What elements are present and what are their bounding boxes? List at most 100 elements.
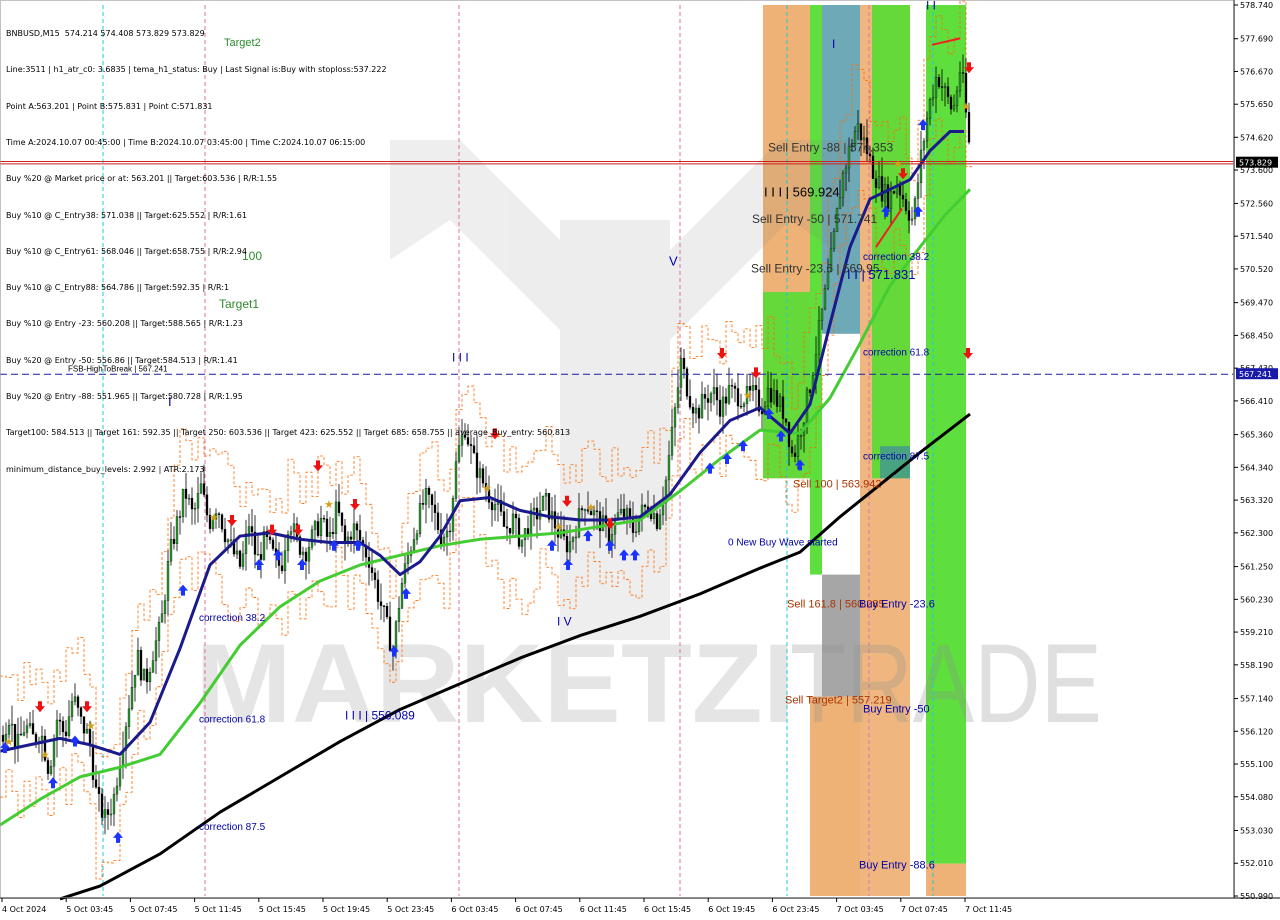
x-tick-label: 5 Oct 07:45 — [130, 905, 177, 914]
candle-body — [742, 403, 746, 407]
candle-body — [256, 554, 260, 556]
candle-body — [10, 723, 14, 726]
candle-body — [937, 77, 941, 87]
candle-body — [166, 561, 170, 601]
candle-body — [196, 492, 200, 509]
candle-body — [910, 218, 914, 221]
candle-body — [373, 572, 377, 581]
candle-body — [844, 167, 848, 174]
candle-body — [790, 446, 794, 454]
star-marker: ★ — [324, 498, 334, 511]
candle-body — [652, 513, 656, 519]
candle-body — [154, 640, 158, 661]
candle-body — [931, 97, 935, 100]
candle-body — [259, 554, 263, 560]
candle-body — [400, 583, 404, 609]
candle-body — [595, 510, 599, 512]
info-line: Line:3511 | h1_atr_c0: 3.6835 | tema_h1_… — [6, 65, 387, 75]
candle-body — [328, 532, 332, 537]
candle-body — [769, 388, 773, 403]
candle-body — [358, 530, 362, 541]
candle-body — [841, 172, 845, 198]
candle-body — [385, 606, 389, 618]
candle-body — [55, 719, 59, 741]
x-tick-label: 6 Oct 03:45 — [451, 905, 498, 914]
y-tick-label: 557.140 — [1240, 695, 1273, 704]
candle-body — [412, 539, 416, 552]
candle-body — [46, 760, 50, 774]
candle-body — [619, 508, 623, 513]
candle-body — [100, 793, 104, 818]
fsb-price-tag-label: 567.241 — [1239, 370, 1272, 379]
info-line: Point A:563.201 | Point B:575.831 | Poin… — [6, 101, 213, 111]
candle-body — [706, 398, 710, 403]
candle-body — [247, 526, 251, 534]
candle-body — [436, 512, 440, 530]
candle-body — [544, 493, 548, 497]
candle-body — [130, 687, 134, 710]
candle-body — [190, 497, 194, 510]
candle-body — [673, 407, 677, 428]
star-marker: ★ — [86, 720, 96, 733]
candle-body — [676, 387, 680, 408]
candle-body — [181, 488, 185, 517]
candle-body — [271, 539, 275, 549]
candle-body — [733, 385, 737, 389]
candle-body — [229, 539, 233, 541]
candle-body — [325, 518, 329, 537]
candle-body — [658, 514, 662, 529]
candle-body — [193, 508, 197, 510]
candle-body — [943, 86, 947, 88]
candle-body — [958, 72, 962, 92]
candle-body — [289, 531, 293, 535]
candle-body — [322, 518, 326, 520]
candle-body — [634, 531, 638, 534]
y-tick-label: 552.010 — [1240, 859, 1273, 868]
star-marker: ★ — [893, 158, 903, 171]
candle-body — [226, 539, 230, 543]
candle-body — [220, 514, 224, 530]
candle-body — [778, 396, 782, 407]
candle-body — [313, 521, 317, 530]
candle-body — [715, 387, 719, 401]
candle-body — [109, 813, 113, 816]
y-tick-label: 574.620 — [1240, 133, 1273, 142]
candle-body — [427, 488, 431, 495]
candle-body — [31, 723, 35, 735]
candle-body — [133, 674, 137, 688]
y-tick-label: 565.360 — [1240, 431, 1273, 440]
candle-body — [856, 123, 860, 132]
candle-body — [349, 536, 353, 540]
candle-body — [655, 513, 659, 529]
candle-body — [73, 696, 77, 702]
candle-body — [235, 550, 239, 555]
candle-body — [832, 231, 836, 249]
candle-body — [928, 99, 932, 120]
fibo-zone — [872, 5, 910, 479]
watermark-right-text: TRADE — [790, 621, 1102, 746]
candle-body — [709, 393, 713, 403]
candle-body — [148, 672, 152, 683]
candle-body — [892, 191, 896, 194]
time-axis: 4 Oct 2024 5 Oct 03:45 5 Oct 07:45 5 Oct 11… — [1, 898, 1012, 914]
y-tick-label: 560.230 — [1240, 595, 1273, 604]
candle-body — [502, 511, 506, 527]
candle-body — [142, 668, 146, 681]
candle-body — [880, 176, 884, 202]
candle-body — [379, 601, 383, 606]
chart-annotation: Sell Entry -50 | 571.741 — [752, 212, 878, 226]
y-tick-label: 575.650 — [1240, 100, 1273, 109]
candle-body — [859, 123, 863, 141]
candle-body — [127, 708, 131, 727]
star-marker: ★ — [40, 748, 50, 761]
candle-body — [679, 358, 683, 388]
candle-body — [625, 508, 629, 517]
y-tick-label: 572.560 — [1240, 199, 1273, 208]
candle-body — [532, 507, 536, 511]
candle-body — [622, 508, 626, 517]
candle-body — [511, 513, 515, 534]
candle-body — [871, 155, 875, 179]
candle-body — [691, 407, 695, 414]
y-tick-label: 555.100 — [1240, 760, 1273, 769]
chart-annotation: I I I | 556.089 — [345, 709, 415, 723]
